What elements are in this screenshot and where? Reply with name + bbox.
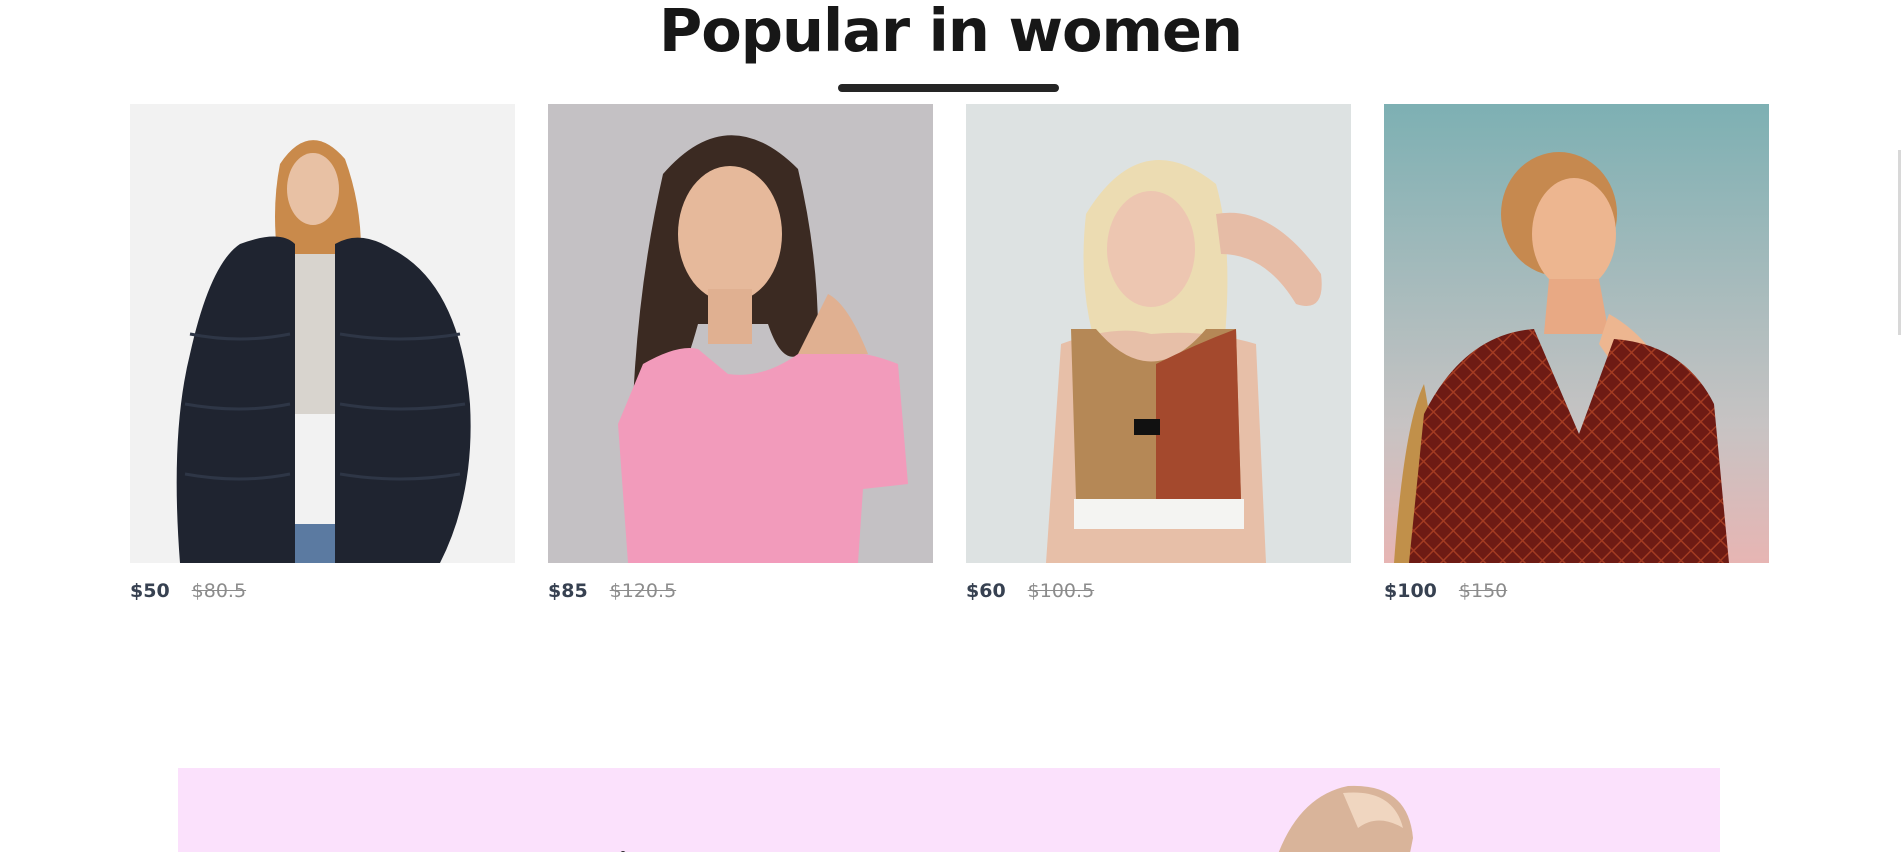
product-card[interactable]: $85 $120.5: [548, 104, 933, 624]
old-price: $150: [1458, 580, 1508, 602]
price-row: $50 $80.5: [130, 580, 246, 602]
product-image[interactable]: [966, 104, 1351, 563]
banner-model-image: [620, 785, 1413, 852]
new-price: $85: [548, 580, 588, 602]
product-image[interactable]: [130, 104, 515, 563]
page: Popular in women $50 $80.5 $85 $120.5 $6…: [0, 0, 1901, 852]
old-price: $100.5: [1027, 580, 1095, 602]
section-title: Popular in women: [659, 0, 1243, 65]
title-underline: [838, 84, 1059, 92]
product-image[interactable]: [1384, 104, 1769, 563]
old-price: $80.5: [191, 580, 247, 602]
old-price: $120.5: [609, 580, 677, 602]
promo-banner: [178, 768, 1720, 852]
product-card[interactable]: $60 $100.5: [966, 104, 1351, 624]
new-price: $100: [1384, 580, 1437, 602]
new-price: $60: [966, 580, 1006, 602]
price-row: $60 $100.5: [966, 580, 1094, 602]
price-row: $100 $150: [1384, 580, 1507, 602]
price-row: $85 $120.5: [548, 580, 676, 602]
product-card[interactable]: $100 $150: [1384, 104, 1769, 624]
new-price: $50: [130, 580, 170, 602]
product-card[interactable]: $50 $80.5: [130, 104, 515, 624]
product-image[interactable]: [548, 104, 933, 563]
